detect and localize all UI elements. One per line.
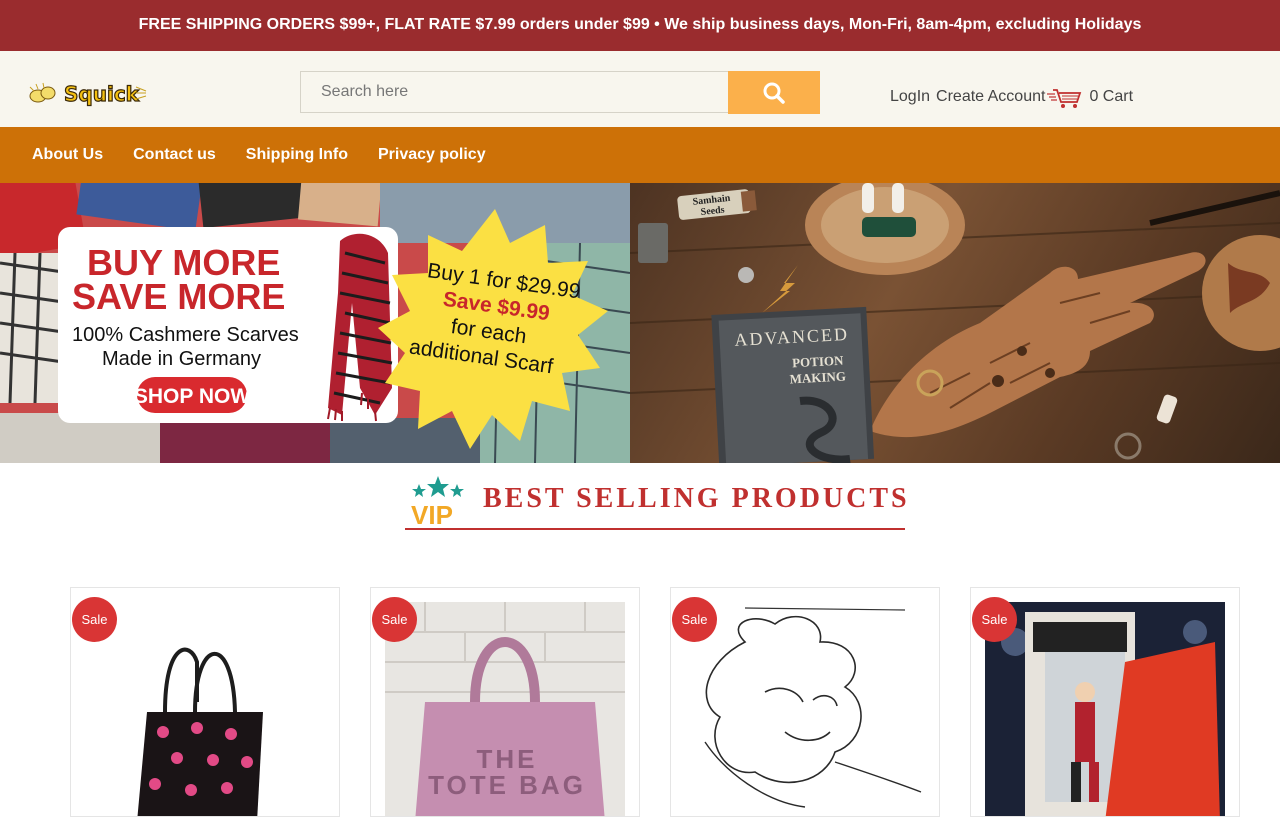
product-card[interactable]: Sale bbox=[70, 587, 340, 817]
promo-bar: FREE SHIPPING ORDERS $99+, FLAT RATE $7.… bbox=[0, 0, 1280, 51]
search-bar bbox=[300, 71, 820, 114]
best-selling-heading: VIP BEST SELLING PRODUCTS bbox=[405, 474, 907, 530]
book-title-3: MAKING bbox=[789, 369, 846, 387]
shop-now-button[interactable]: SHOP NOW bbox=[134, 377, 250, 413]
search-icon bbox=[763, 82, 785, 104]
sale-badge: Sale bbox=[372, 597, 417, 642]
book-title-2: POTION bbox=[792, 353, 845, 371]
search-button[interactable] bbox=[728, 71, 820, 114]
cart-link[interactable]: 0 Cart bbox=[1047, 84, 1133, 110]
section-divider bbox=[405, 528, 905, 530]
nav-item-about-us[interactable]: About Us bbox=[32, 146, 103, 164]
section-title: BEST SELLING PRODUCTS bbox=[483, 483, 910, 514]
sale-badge: Sale bbox=[672, 597, 717, 642]
vip-stars-icon: VIP bbox=[411, 476, 464, 528]
shop-now-label: SHOP NOW bbox=[134, 385, 250, 408]
logo-wordmark: Squick bbox=[64, 82, 140, 106]
product-card[interactable]: Sale bbox=[670, 587, 940, 817]
promo-text: FREE SHIPPING ORDERS $99+, FLAT RATE $7.… bbox=[138, 16, 1142, 33]
logo-fist-icon bbox=[29, 82, 56, 103]
jar-label-2: Seeds bbox=[700, 205, 725, 218]
product-card[interactable]: Sale bbox=[970, 587, 1240, 817]
potion-making-banner[interactable]: Samhain Seeds ADVANCED POTION MAKING bbox=[630, 183, 1280, 463]
nav-item-privacy-policy[interactable]: Privacy policy bbox=[378, 146, 486, 164]
product-image[interactable] bbox=[685, 602, 925, 816]
product-image[interactable]: THE TOTE BAG bbox=[385, 602, 625, 816]
account-links: LogIn Create Account 0 Cart bbox=[890, 84, 1133, 110]
main-nav: About Us Contact us Shipping Info Privac… bbox=[0, 127, 1280, 183]
banner-sub-1: 100% Cashmere Scarves bbox=[72, 324, 299, 346]
product-image[interactable] bbox=[85, 602, 325, 816]
search-input[interactable] bbox=[300, 71, 728, 113]
sale-badge: Sale bbox=[972, 597, 1017, 642]
shopping-cart-icon bbox=[1047, 89, 1082, 108]
product-card[interactable]: Sale THE TOTE BAG bbox=[370, 587, 640, 817]
hero-banner[interactable]: BUY MORE SAVE MORE 100% Cashmere Scarves… bbox=[0, 183, 1280, 463]
scarf-promo-banner[interactable]: BUY MORE SAVE MORE 100% Cashmere Scarves… bbox=[0, 183, 640, 463]
banner-sub-2: Made in Germany bbox=[102, 348, 261, 370]
create-account-link[interactable]: Create Account bbox=[936, 88, 1045, 106]
product-image[interactable] bbox=[985, 602, 1225, 816]
login-link[interactable]: LogIn bbox=[890, 88, 930, 106]
nav-item-contact-us[interactable]: Contact us bbox=[133, 146, 216, 164]
vip-badge: VIP bbox=[411, 500, 453, 528]
tote-print-2: TOTE BAG bbox=[428, 770, 586, 800]
banner-headline-2: SAVE MORE bbox=[72, 276, 285, 317]
nav-item-shipping-info[interactable]: Shipping Info bbox=[246, 146, 348, 164]
sale-badge: Sale bbox=[72, 597, 117, 642]
cart-label: 0 Cart bbox=[1089, 88, 1134, 105]
potion-book: ADVANCED POTION MAKING bbox=[711, 306, 875, 463]
site-header: Squick LogIn Create Account bbox=[0, 51, 1280, 127]
squick-logo[interactable]: Squick bbox=[28, 73, 148, 113]
